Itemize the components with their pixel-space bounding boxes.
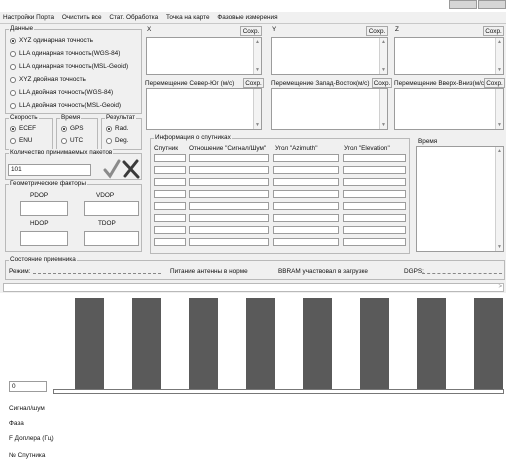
satellite-number-label: № Спутника (9, 452, 46, 459)
signal-bar (417, 298, 446, 389)
signal-bar (303, 298, 332, 389)
phase-label: Фаза (9, 420, 24, 427)
signal-bar (246, 298, 275, 389)
doppler-label: F Доплера (Гц) (9, 435, 54, 442)
bar-axis (53, 389, 504, 394)
signal-bar (75, 298, 104, 389)
signal-noise-label: Сигнал/шум (9, 405, 45, 412)
signal-bar (360, 298, 389, 389)
signal-bar (474, 298, 503, 389)
signal-bar (132, 298, 161, 389)
signal-bar (189, 298, 218, 389)
satellite-number-input[interactable]: 0 (9, 381, 47, 392)
